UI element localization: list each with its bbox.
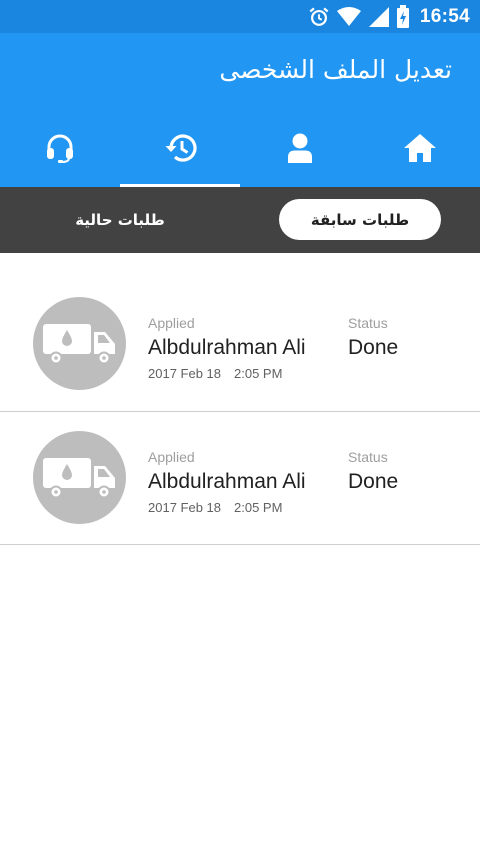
status-icons: 16:54 [308,4,470,30]
avatar [33,297,126,390]
headset-icon [47,134,73,163]
battery-icon [396,5,409,28]
tab-profile[interactable] [240,118,360,187]
clock: 16:54 [419,6,470,27]
person-icon [288,133,312,163]
alarm-icon [309,7,329,26]
tab-support[interactable] [0,118,120,187]
water-truck-icon [42,457,115,498]
order-status: Status Done [348,315,398,363]
order-time: 2:05 PM [234,500,283,515]
customer-name: Albdulrahman Ali [148,336,306,359]
status-label: Status [348,315,388,331]
avatar [33,431,126,524]
segment-bar: طلبات حالية طلبات سابقة [0,187,480,253]
tab-history[interactable] [120,118,240,187]
order-datetime: 2017 Feb 18 2:05 PM [148,498,306,518]
tab-bar [0,118,480,187]
order-time: 2:05 PM [234,366,283,381]
water-truck-icon [42,323,115,364]
order-date: 2017 Feb 18 [148,500,222,515]
tab-home[interactable] [360,118,480,187]
history-icon [165,134,197,162]
page-title: تعديل الملف الشخصى [219,55,452,84]
applied-label: Applied [148,449,195,465]
order-info: Applied Albdulrahman Ali 2017 Feb 18 2:0… [148,315,306,384]
order-datetime: 2017 Feb 18 2:05 PM [148,364,306,384]
wifi-icon [336,7,361,26]
app-bar: تعديل الملف الشخصى [0,33,480,187]
applied-label: Applied [148,315,195,331]
home-icon [404,133,436,162]
list-item[interactable]: Applied Albdulrahman Ali 2017 Feb 18 2:0… [0,253,480,412]
current-orders-segment[interactable]: طلبات حالية [40,199,200,240]
list-item[interactable]: Applied Albdulrahman Ali 2017 Feb 18 2:0… [0,412,480,545]
order-status: Status Done [348,449,398,497]
customer-name: Albdulrahman Ali [148,470,306,493]
order-info: Applied Albdulrahman Ali 2017 Feb 18 2:0… [148,449,306,518]
previous-orders-segment[interactable]: طلبات سابقة [279,199,441,240]
order-date: 2017 Feb 18 [148,366,222,381]
status-value: Done [348,336,399,359]
status-value: Done [348,470,399,493]
signal-icon [368,7,389,27]
order-list: Applied Albdulrahman Ali 2017 Feb 18 2:0… [0,253,480,545]
status-label: Status [348,449,388,465]
status-bar: 16:54 [0,0,480,33]
